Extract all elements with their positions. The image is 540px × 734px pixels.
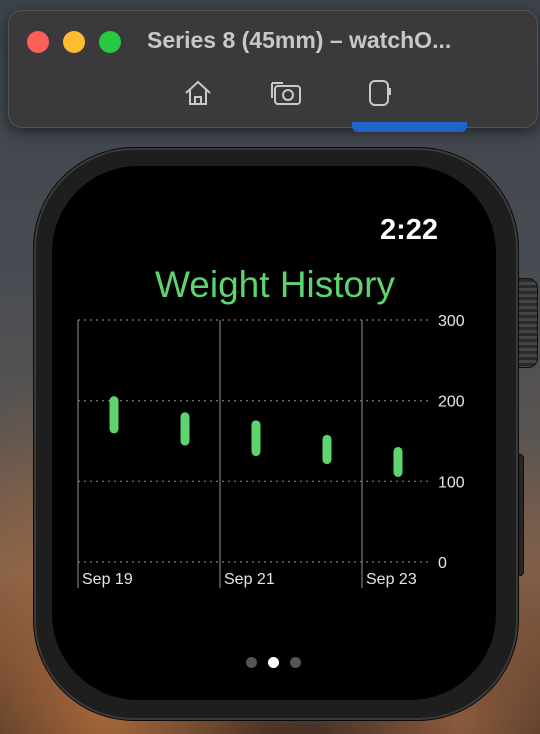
page-indicator	[246, 657, 301, 668]
simulator-toolbar	[9, 75, 537, 111]
simulator-window-titlebar: Series 8 (45mm) – watchO...	[8, 10, 538, 128]
home-icon	[185, 80, 211, 105]
page-dot[interactable]	[246, 657, 257, 668]
watch-icon	[369, 80, 391, 106]
screenshot-button[interactable]	[268, 75, 304, 111]
rotate-device-button[interactable]	[361, 75, 397, 111]
zoom-window-button[interactable]	[99, 31, 121, 53]
page-dot[interactable]	[290, 657, 301, 668]
close-window-button[interactable]	[27, 31, 49, 53]
chart-title: Weight History	[155, 264, 395, 305]
home-button[interactable]	[180, 75, 216, 111]
watch-time: 2:22	[380, 214, 439, 246]
camera-icon	[271, 82, 301, 105]
background-window-fragment	[352, 122, 467, 132]
page-dot[interactable]	[268, 657, 279, 668]
window-title: Series 8 (45mm) – watchO...	[147, 27, 452, 53]
window-controls	[27, 31, 121, 53]
minimize-window-button[interactable]	[63, 31, 85, 53]
